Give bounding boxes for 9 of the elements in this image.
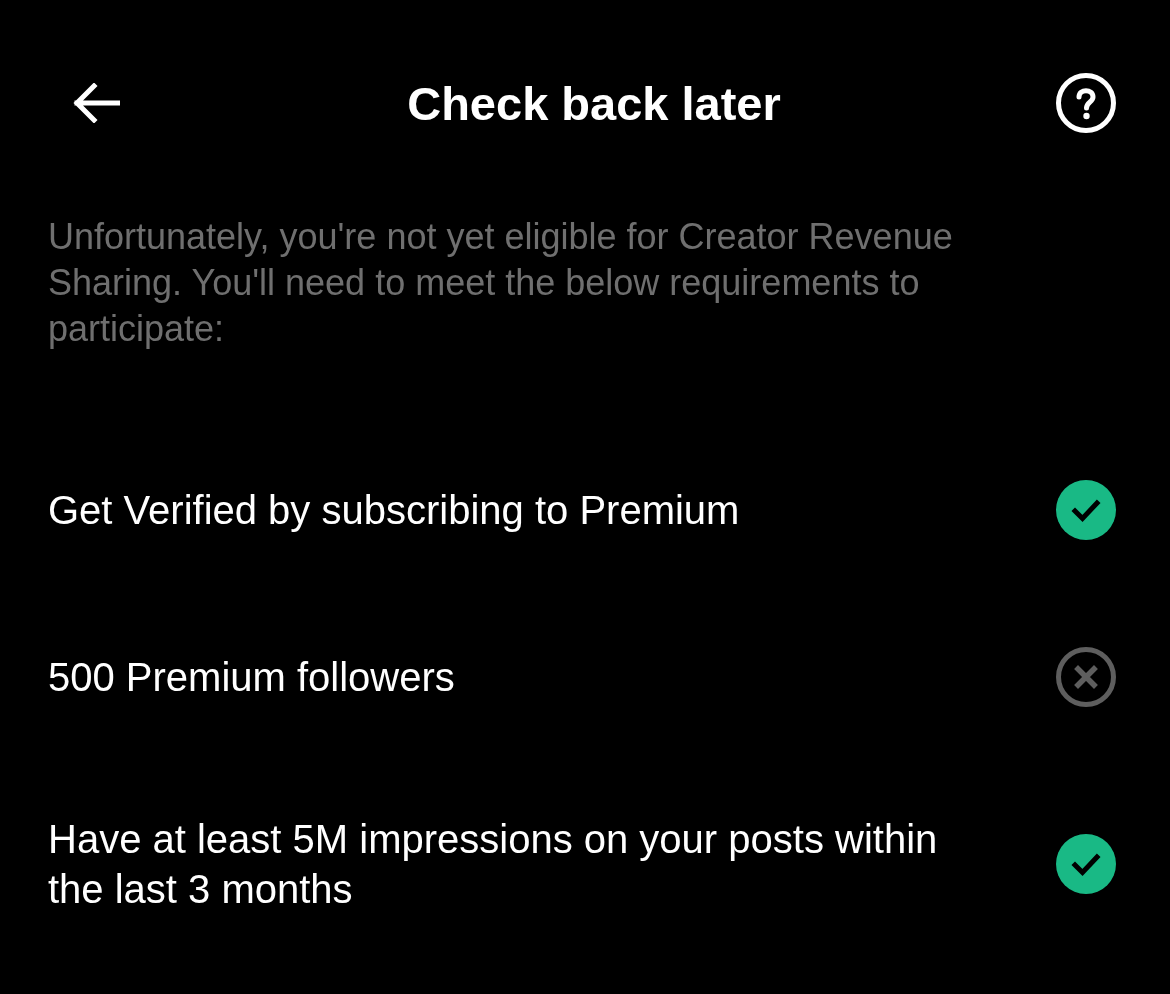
intro-text: Unfortunately, you're not yet eligible for Creator Revenue Sharing. You'll need to meet the below requirements to participate: [48,215,954,351]
requirement-text: Have at least 5M impressions on your posts within the last 3 months [48,816,939,913]
back-button[interactable] [72,83,120,123]
back-arrow-icon [72,83,120,123]
help-icon [1056,73,1116,133]
requirement-text: Get Verified by subscribing to Premium [48,487,740,534]
page-title: Check back later [407,79,781,127]
help-button[interactable] [1056,73,1116,133]
requirement-text: 500 Premium followers [48,654,455,701]
